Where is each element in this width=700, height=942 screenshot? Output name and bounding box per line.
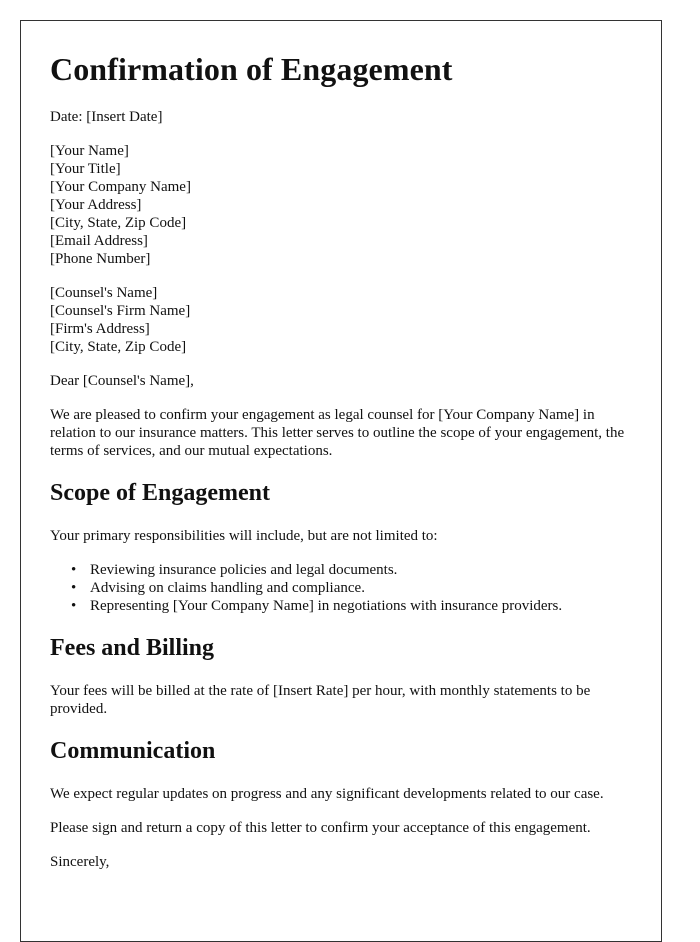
sender-phone: [Phone Number] [50, 251, 151, 267]
recipient-name: [Counsel's Name] [50, 285, 158, 301]
scope-intro: Your primary responsibilities will inclu… [50, 528, 438, 544]
sender-address-block: [Your Name] [Your Title] [Your Company N… [50, 142, 632, 268]
list-item-text: Advising on claims handling and complian… [90, 580, 365, 596]
salutation: Dear [Counsel's Name], [50, 373, 194, 389]
intro-paragraph: We are pleased to confirm your engagemen… [50, 407, 625, 459]
sender-title: [Your Title] [50, 161, 121, 177]
scope-heading: Scope of Engagement [50, 480, 270, 506]
communication-paragraph: We expect regular updates on progress an… [50, 786, 604, 802]
sender-city-state-zip: [City, State, Zip Code] [50, 215, 187, 231]
bullet-icon: • [71, 598, 77, 614]
sender-company: [Your Company Name] [50, 179, 191, 195]
bullet-icon: • [71, 562, 77, 578]
scope-list: • Reviewing insurance policies and legal… [50, 561, 632, 615]
communication-heading: Communication [50, 738, 216, 764]
sender-email: [Email Address] [50, 233, 148, 249]
fees-paragraph: Your fees will be billed at the rate of … [50, 683, 591, 717]
letter-title: Confirmation of Engagement [50, 51, 453, 87]
list-item: • Advising on claims handling and compli… [71, 579, 632, 597]
list-item-text: Representing [Your Company Name] in nego… [90, 598, 563, 614]
closing-request: Please sign and return a copy of this le… [50, 820, 591, 836]
letter-page: Confirmation of Engagement Date: [Insert… [20, 20, 662, 942]
sender-name: [Your Name] [50, 143, 129, 159]
list-item-text: Reviewing insurance policies and legal d… [90, 562, 398, 578]
recipient-address: [Firm's Address] [50, 321, 150, 337]
closing-signoff: Sincerely, [50, 854, 110, 870]
recipient-firm: [Counsel's Firm Name] [50, 303, 191, 319]
list-item: • Representing [Your Company Name] in ne… [71, 597, 632, 615]
fees-heading: Fees and Billing [50, 635, 215, 661]
date-line: Date: [Insert Date] [50, 109, 163, 125]
sender-address: [Your Address] [50, 197, 142, 213]
list-item: • Reviewing insurance policies and legal… [71, 561, 632, 579]
bullet-icon: • [71, 580, 77, 596]
recipient-city-state-zip: [City, State, Zip Code] [50, 339, 187, 355]
recipient-address-block: [Counsel's Name] [Counsel's Firm Name] [… [50, 284, 632, 356]
